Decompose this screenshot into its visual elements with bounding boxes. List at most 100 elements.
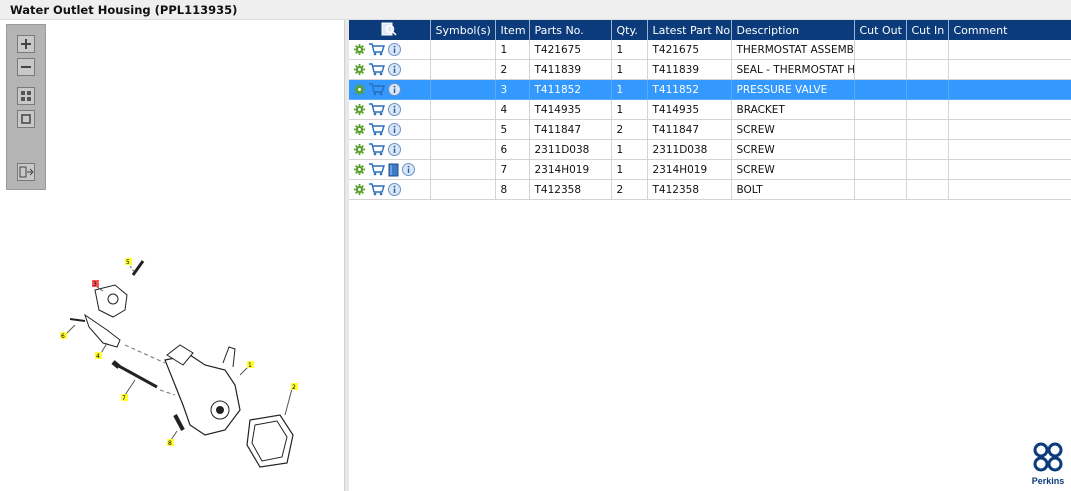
cell-comment bbox=[948, 159, 1071, 180]
gear-icon[interactable] bbox=[354, 84, 365, 95]
viewer-toolbox bbox=[6, 24, 46, 190]
col-comment[interactable]: Comment bbox=[948, 20, 1071, 40]
shopping-cart-icon[interactable] bbox=[368, 123, 385, 136]
col-item[interactable]: Item bbox=[495, 20, 530, 40]
callout-5[interactable]: 5 bbox=[125, 258, 132, 266]
svg-text:3: 3 bbox=[93, 281, 97, 288]
book-icon[interactable] bbox=[388, 163, 399, 177]
table-row[interactable]: 4 T414935 1 T414935 BRACKET bbox=[349, 99, 1071, 120]
callout-8[interactable]: 8 bbox=[167, 439, 174, 447]
col-latest-part-no[interactable]: Latest Part No. bbox=[647, 20, 732, 40]
col-cut-in[interactable]: Cut In bbox=[906, 20, 949, 40]
cell-item: 6 bbox=[495, 139, 530, 160]
cell-item: 5 bbox=[495, 119, 530, 140]
col-cut-out[interactable]: Cut Out bbox=[854, 20, 907, 40]
zoom-in-button[interactable] bbox=[17, 35, 35, 53]
callout-3[interactable]: 3 bbox=[92, 280, 99, 288]
gear-icon[interactable] bbox=[354, 64, 365, 75]
table-row[interactable]: 6 2311D038 1 2311D038 SCREW bbox=[349, 139, 1071, 160]
callout-4[interactable]: 4 bbox=[95, 352, 102, 360]
table-row[interactable]: 1 T421675 1 T421675 THERMOSTAT ASSEMBLY bbox=[349, 40, 1071, 60]
table-row[interactable]: 8 T412358 2 T412358 BOLT bbox=[349, 179, 1071, 200]
drawing-pane[interactable]: 5 3 6 4 1 7 2 8 bbox=[0, 20, 345, 491]
cell-description: THERMOSTAT ASSEMBLY bbox=[731, 40, 855, 60]
cell-symbols bbox=[430, 59, 496, 80]
cell-item: 8 bbox=[495, 179, 530, 200]
cell-comment bbox=[948, 40, 1071, 60]
zoom-out-icon bbox=[21, 66, 31, 68]
callout-1[interactable]: 1 bbox=[247, 361, 254, 369]
cell-symbols bbox=[430, 159, 496, 180]
cell-latest-part-no: 2314H019 bbox=[647, 159, 732, 180]
window-title: Water Outlet Housing (PPL113935) bbox=[10, 3, 238, 17]
actual-size-button[interactable] bbox=[17, 110, 35, 128]
cell-cut-out bbox=[854, 159, 907, 180]
col-symbols[interactable]: Symbol(s) bbox=[430, 20, 496, 40]
col-qty[interactable]: Qty. bbox=[611, 20, 648, 40]
info-icon[interactable] bbox=[388, 123, 401, 136]
table-row[interactable]: 3 T411852 1 T411852 PRESSURE VALVE bbox=[349, 79, 1071, 100]
search-doc-icon bbox=[381, 22, 397, 36]
cell-description: SCREW bbox=[731, 139, 855, 160]
parts-grid: Symbol(s) Item Parts No. Qty. Latest Par… bbox=[349, 20, 1071, 491]
callout-6[interactable]: 6 bbox=[60, 332, 67, 340]
info-icon[interactable] bbox=[388, 63, 401, 76]
cell-cut-in bbox=[906, 139, 949, 160]
cell-item: 4 bbox=[495, 99, 530, 120]
callout-2[interactable]: 2 bbox=[291, 383, 298, 391]
exploded-parts-diagram[interactable]: 5 3 6 4 1 7 2 8 bbox=[55, 235, 305, 475]
svg-text:8: 8 bbox=[168, 440, 172, 447]
cell-description: SEAL - THERMOSTAT HOUSING bbox=[731, 59, 855, 80]
search-column-header[interactable] bbox=[349, 20, 431, 40]
cell-qty: 1 bbox=[611, 159, 648, 180]
gear-icon[interactable] bbox=[354, 144, 365, 155]
row-actions bbox=[349, 40, 431, 60]
svg-text:2: 2 bbox=[292, 384, 296, 391]
gear-icon[interactable] bbox=[354, 124, 365, 135]
col-parts-no[interactable]: Parts No. bbox=[529, 20, 612, 40]
cell-qty: 1 bbox=[611, 59, 648, 80]
row-actions bbox=[349, 119, 431, 140]
zoom-out-button[interactable] bbox=[17, 58, 35, 76]
info-icon[interactable] bbox=[402, 163, 415, 176]
svg-text:5: 5 bbox=[126, 259, 130, 266]
info-icon[interactable] bbox=[388, 83, 401, 96]
cell-qty: 1 bbox=[611, 79, 648, 100]
export-button[interactable] bbox=[17, 163, 35, 181]
cell-qty: 2 bbox=[611, 179, 648, 200]
cell-latest-part-no: T412358 bbox=[647, 179, 732, 200]
cell-cut-out bbox=[854, 119, 907, 140]
brand-name: Perkins bbox=[1032, 476, 1065, 486]
shopping-cart-icon[interactable] bbox=[368, 103, 385, 116]
info-icon[interactable] bbox=[388, 183, 401, 196]
row-actions bbox=[349, 59, 431, 80]
cell-description: SCREW bbox=[731, 159, 855, 180]
info-icon[interactable] bbox=[388, 43, 401, 56]
shopping-cart-icon[interactable] bbox=[368, 183, 385, 196]
cell-parts-no: T411839 bbox=[529, 59, 612, 80]
callout-7[interactable]: 7 bbox=[121, 394, 128, 402]
cell-cut-in bbox=[906, 79, 949, 100]
cell-item: 2 bbox=[495, 59, 530, 80]
gear-icon[interactable] bbox=[354, 164, 365, 175]
cell-description: BOLT bbox=[731, 179, 855, 200]
gear-icon[interactable] bbox=[354, 184, 365, 195]
fit-view-button[interactable] bbox=[17, 87, 35, 105]
cell-comment bbox=[948, 139, 1071, 160]
shopping-cart-icon[interactable] bbox=[368, 143, 385, 156]
info-icon[interactable] bbox=[388, 143, 401, 156]
info-icon[interactable] bbox=[388, 103, 401, 116]
shopping-cart-icon[interactable] bbox=[368, 63, 385, 76]
table-row[interactable]: 7 2314H019 1 2314H019 SCREW bbox=[349, 159, 1071, 180]
col-description[interactable]: Description bbox=[731, 20, 855, 40]
gear-icon[interactable] bbox=[354, 44, 365, 55]
table-row[interactable]: 2T4118391T411839SEAL - THERMOSTAT HOUSIN… bbox=[349, 59, 1071, 80]
gear-icon[interactable] bbox=[354, 104, 365, 115]
table-row[interactable]: 5 T411847 2 T411847 SCREW bbox=[349, 119, 1071, 140]
shopping-cart-icon[interactable] bbox=[368, 43, 385, 56]
cell-comment bbox=[948, 179, 1071, 200]
shopping-cart-icon[interactable] bbox=[368, 163, 385, 176]
shopping-cart-icon[interactable] bbox=[368, 83, 385, 96]
cell-symbols bbox=[430, 99, 496, 120]
cell-symbols bbox=[430, 119, 496, 140]
